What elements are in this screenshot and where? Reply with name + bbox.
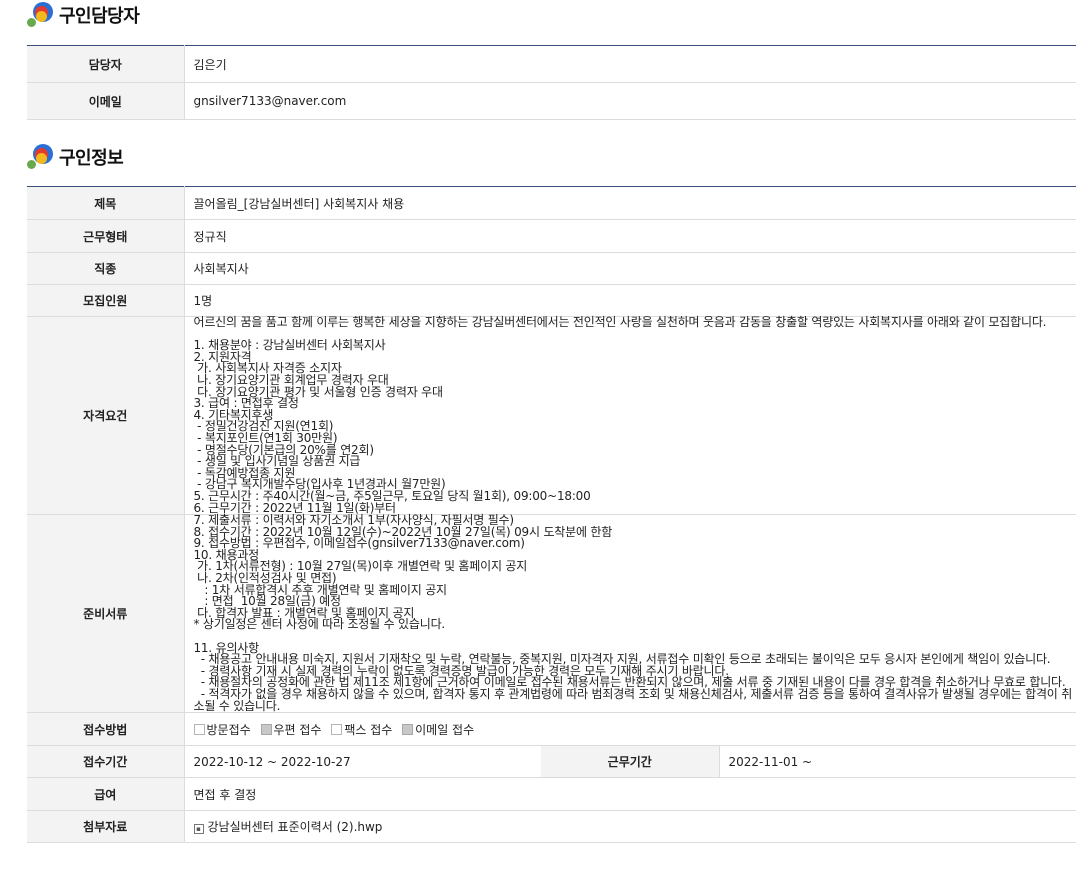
attachment-row: 첨부자료 ▪ 강남실버센터 표준이력서 (2).hwp <box>27 810 1076 844</box>
application-method-label: 접수방법 <box>27 712 185 747</box>
job-table: 제목 끌어올림_[강남실버센터] 사회복지사 채용 근무형태 정규직 직종 사회… <box>27 186 1076 844</box>
documents-label: 준비서류 <box>27 514 185 714</box>
manager-row: 담당자 김은기 <box>27 45 1076 83</box>
method-email-label: 이메일 접수 <box>415 722 475 737</box>
manager-label: 담당자 <box>27 45 185 83</box>
headcount-label: 모집인원 <box>27 284 185 317</box>
checkbox-mail <box>260 723 272 735</box>
application-period-label: 접수기간 <box>27 745 185 779</box>
title-row: 제목 끌어올림_[강남실버센터] 사회복지사 채용 <box>27 186 1076 220</box>
application-period-value: 2022-10-12 ~ 2022-10-27 <box>184 745 541 779</box>
documents-row: 준비서류 7. 제출서류 : 이력서와 자기소개서 1부(자사양식, 자필서명 … <box>27 514 1076 714</box>
manager-section-header: 구인담당자 <box>27 0 140 30</box>
qualifications-text: 어르신의 꿈을 품고 함께 이루는 행복한 세상을 지향하는 강남실버센터에서는… <box>184 316 1076 516</box>
salary-row: 급여 면접 후 결정 <box>27 777 1076 812</box>
employment-type-value: 정규직 <box>184 219 1076 253</box>
title-value: 끌어올림_[강남실버센터] 사회복지사 채용 <box>184 186 1076 220</box>
job-type-row: 직종 사회복지사 <box>27 252 1076 285</box>
application-method-row: 접수방법 방문접수 우편 접수 팩스 접수 이메일 접수 <box>27 712 1076 747</box>
attachment-file-link[interactable]: 강남실버센터 표준이력서 (2).hwp <box>208 820 383 834</box>
work-period-value: 2022-11-01 ~ <box>719 745 1076 779</box>
method-email: 이메일 접수 <box>402 723 474 737</box>
email-row: 이메일 gnsilver7133@naver.com <box>27 82 1076 120</box>
headcount-row: 모집인원 1명 <box>27 284 1076 317</box>
email-value: gnsilver7133@naver.com <box>184 82 1076 120</box>
method-fax: 팩스 접수 <box>331 723 392 737</box>
checkbox-visit <box>193 723 205 735</box>
manager-section-title: 구인담당자 <box>59 6 140 27</box>
method-fax-label: 팩스 접수 <box>344 722 393 737</box>
method-visit-label: 방문접수 <box>206 722 251 737</box>
section-bullet-icon <box>27 144 53 170</box>
manager-value: 김은기 <box>184 45 1076 83</box>
employment-type-row: 근무형태 정규직 <box>27 219 1076 253</box>
documents-text: 7. 제출서류 : 이력서와 자기소개서 1부(자사양식, 자필서명 필수) 8… <box>184 514 1076 714</box>
file-icon: ▪ <box>193 824 204 835</box>
attachment-label: 첨부자료 <box>27 810 185 844</box>
qualifications-label: 자격요건 <box>27 316 185 516</box>
method-mail: 우편 접수 <box>260 722 322 737</box>
salary-label: 급여 <box>27 777 185 812</box>
method-visit: 방문접수 <box>193 722 251 737</box>
headcount-value: 1명 <box>184 284 1076 317</box>
job-section-title: 구인정보 <box>59 148 124 169</box>
method-mail-label: 우편 접수 <box>273 722 322 737</box>
email-label: 이메일 <box>27 82 185 120</box>
work-period-label: 근무기간 <box>541 745 720 779</box>
job-type-value: 사회복지사 <box>184 252 1076 285</box>
salary-value: 면접 후 결정 <box>184 777 1076 812</box>
manager-table: 담당자 김은기 이메일 gnsilver7133@naver.com <box>27 45 1076 120</box>
job-type-label: 직종 <box>27 252 185 285</box>
employment-type-label: 근무형태 <box>27 219 185 253</box>
title-label: 제목 <box>27 186 185 220</box>
checkbox-fax <box>331 723 343 735</box>
checkbox-email <box>402 723 414 735</box>
section-bullet-icon <box>27 2 53 28</box>
application-method-options: 방문접수 우편 접수 팩스 접수 이메일 접수 <box>184 712 1076 747</box>
period-row: 접수기간 2022-10-12 ~ 2022-10-27 근무기간 2022-1… <box>27 745 1076 779</box>
attachment-cell: ▪ 강남실버센터 표준이력서 (2).hwp <box>184 810 1076 844</box>
job-section-header: 구인정보 <box>27 142 124 172</box>
qualifications-row: 자격요건 어르신의 꿈을 품고 함께 이루는 행복한 세상을 지향하는 강남실버… <box>27 316 1076 516</box>
